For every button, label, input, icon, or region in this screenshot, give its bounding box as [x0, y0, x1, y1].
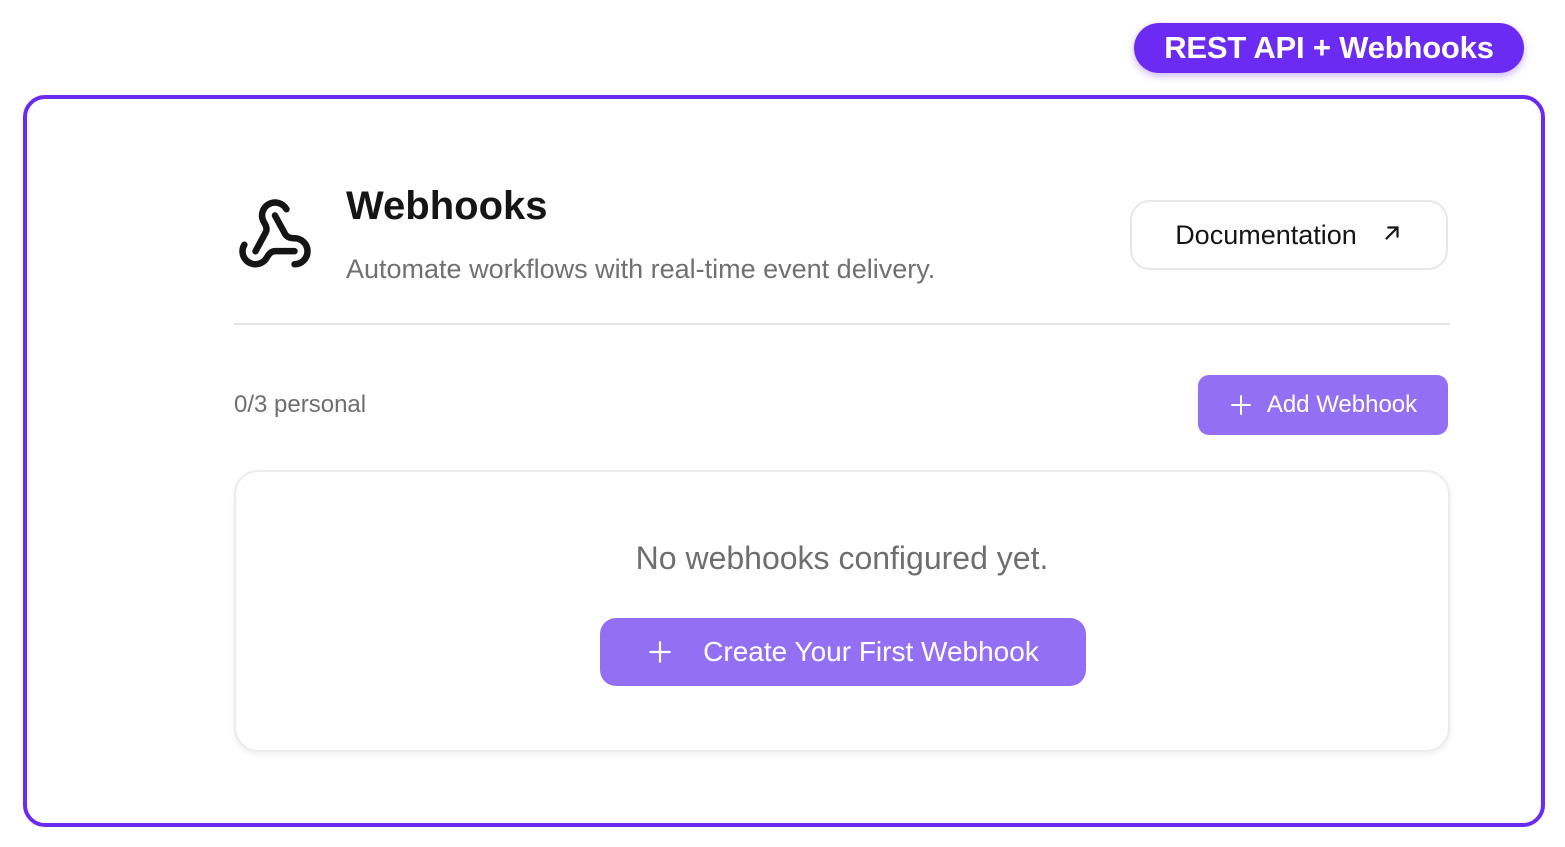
- documentation-button[interactable]: Documentation: [1130, 200, 1448, 270]
- plus-icon: [1229, 393, 1253, 417]
- plus-icon: [647, 639, 673, 665]
- header-divider: [234, 323, 1450, 325]
- add-webhook-button[interactable]: Add Webhook: [1198, 375, 1448, 435]
- page-subtitle: Automate workflows with real-time event …: [346, 254, 936, 284]
- empty-state-message: No webhooks configured yet.: [635, 540, 1049, 576]
- api-badge-label: REST API + Webhooks: [1164, 30, 1494, 65]
- documentation-label: Documentation: [1175, 219, 1357, 250]
- create-first-webhook-label: Create Your First Webhook: [703, 636, 1039, 667]
- webhook-count: 0/3 personal: [234, 391, 367, 418]
- api-badge: REST API + Webhooks: [1134, 23, 1524, 73]
- create-first-webhook-button[interactable]: Create Your First Webhook: [600, 618, 1086, 686]
- arrow-up-right-icon: [1381, 222, 1403, 249]
- empty-state-card: No webhooks configured yet. Create Your …: [234, 470, 1450, 752]
- add-webhook-label: Add Webhook: [1266, 391, 1418, 418]
- webhook-icon: [236, 196, 314, 274]
- page-title: Webhooks: [346, 184, 548, 228]
